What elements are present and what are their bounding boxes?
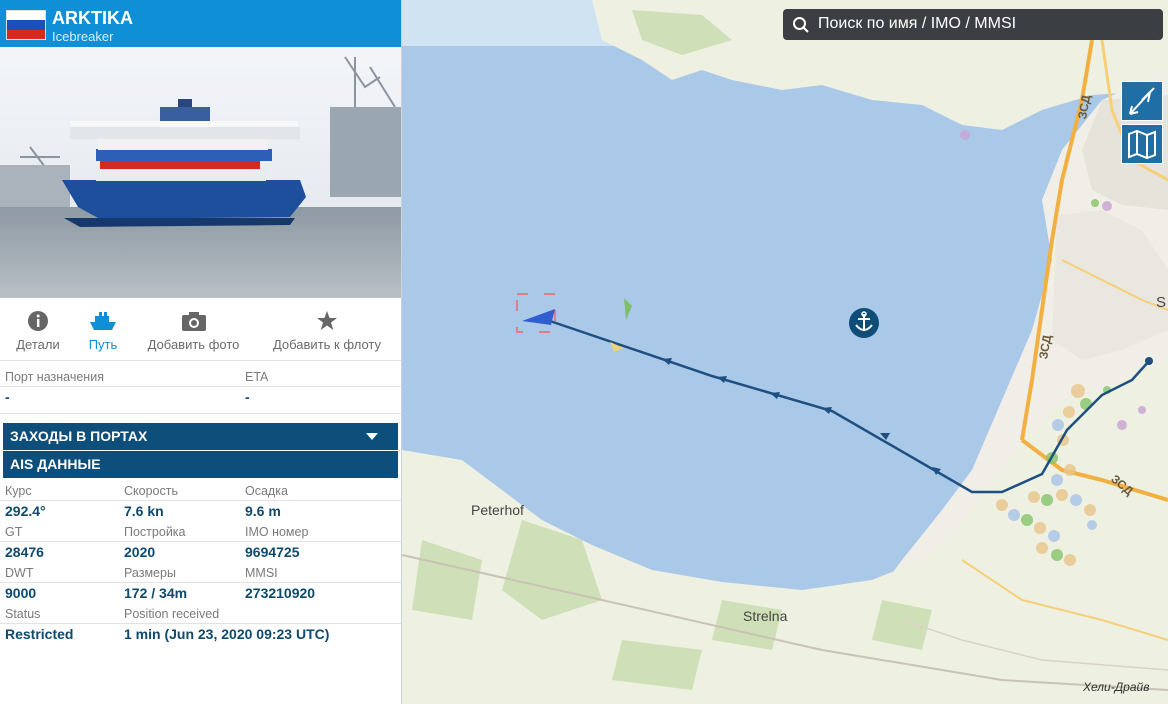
position-received-value: 1 min (Jun 23, 2020 09:23 UTC) — [124, 626, 330, 642]
built-label: Постройка — [124, 525, 186, 539]
size-value: 172 / 34m — [124, 585, 188, 601]
vessel-header: ARKTIKA Icebreaker — [0, 0, 401, 47]
status-value: Restricted — [5, 626, 74, 642]
compass-icon — [1122, 87, 1162, 124]
eta-value: - — [245, 389, 250, 405]
speed-label: Скорость — [124, 484, 178, 498]
eta-label: ETA — [245, 370, 269, 384]
tab-add-photo-label: Добавить фото — [147, 337, 240, 352]
vessel-search[interactable]: Поиск по имя / IMO / MMSI — [783, 9, 1163, 40]
imo-label: IMO номер — [245, 525, 309, 539]
port-calls-section[interactable]: ЗАХОДЫ В ПОРТАХ — [3, 423, 398, 450]
search-icon — [792, 16, 810, 39]
map-canvas — [402, 0, 1168, 704]
info-icon — [27, 310, 49, 335]
position-received-label: Position received — [124, 607, 220, 621]
russia-flag-icon — [6, 10, 46, 40]
vessel-panel: ARKTIKA Icebreaker Детали Путь Добавить … — [0, 0, 402, 704]
place-label-heli-drive: Хели-Драйв — [1083, 680, 1150, 694]
tab-add-to-fleet-label: Добавить к флоту — [272, 337, 382, 352]
ais-data-title: AIS ДАННЫЕ — [10, 456, 101, 472]
ship-icon — [89, 310, 117, 335]
place-label-peterhof: Peterhof — [471, 502, 524, 518]
vessel-photo[interactable] — [0, 47, 401, 298]
draught-label: Осадка — [245, 484, 288, 498]
built-value: 2020 — [124, 544, 156, 560]
tab-details[interactable]: Детали — [5, 298, 71, 360]
mmsi-label: MMSI — [245, 566, 278, 580]
compass-button[interactable] — [1121, 81, 1163, 121]
port-calls-title: ЗАХОДЫ В ПОРТАХ — [10, 428, 148, 444]
mmsi-value: 273210920 — [245, 585, 316, 601]
camera-icon — [181, 310, 207, 335]
course-value: 292.4° — [5, 503, 46, 519]
destination-port-value: - — [5, 389, 10, 405]
vessel-type: Icebreaker — [52, 29, 114, 44]
gt-value: 28476 — [5, 544, 44, 560]
gt-label: GT — [5, 525, 23, 539]
vessel-tabs: Детали Путь Добавить фото Добавить к фло… — [0, 298, 401, 361]
map-layers-icon — [1122, 129, 1162, 167]
vessel-photo-image — [0, 47, 401, 298]
star-icon — [316, 310, 338, 335]
course-label: Курс — [5, 484, 32, 498]
vessel-name: ARKTIKA — [52, 8, 133, 28]
imo-value: 9694725 — [245, 544, 300, 560]
map-view[interactable]: Peterhof Strelna Хели-Драйв ЗСД ЗСД ЗСД … — [402, 0, 1168, 704]
search-input[interactable]: Поиск по имя / IMO / MMSI — [818, 15, 1016, 33]
destination-port-label: Порт назначения — [5, 370, 104, 384]
tab-add-to-fleet[interactable]: Добавить к флоту — [264, 298, 390, 360]
dwt-label: DWT — [5, 566, 34, 580]
draught-value: 9.6 m — [245, 503, 281, 519]
place-label-strelna: Strelna — [743, 608, 788, 624]
place-label-partial: S — [1156, 294, 1167, 311]
map-layers-button[interactable] — [1121, 124, 1163, 164]
dwt-value: 9000 — [5, 585, 37, 601]
tab-add-photo[interactable]: Добавить фото — [143, 298, 244, 360]
speed-value: 7.6 kn — [124, 503, 164, 519]
tab-details-label: Детали — [16, 337, 60, 352]
ais-data-section: AIS ДАННЫЕ — [3, 451, 398, 478]
size-label: Размеры — [124, 566, 176, 580]
tab-track-label: Путь — [88, 337, 118, 352]
tab-track[interactable]: Путь — [78, 298, 128, 360]
status-label: Status — [5, 607, 41, 621]
anchorage-icon — [849, 308, 879, 338]
